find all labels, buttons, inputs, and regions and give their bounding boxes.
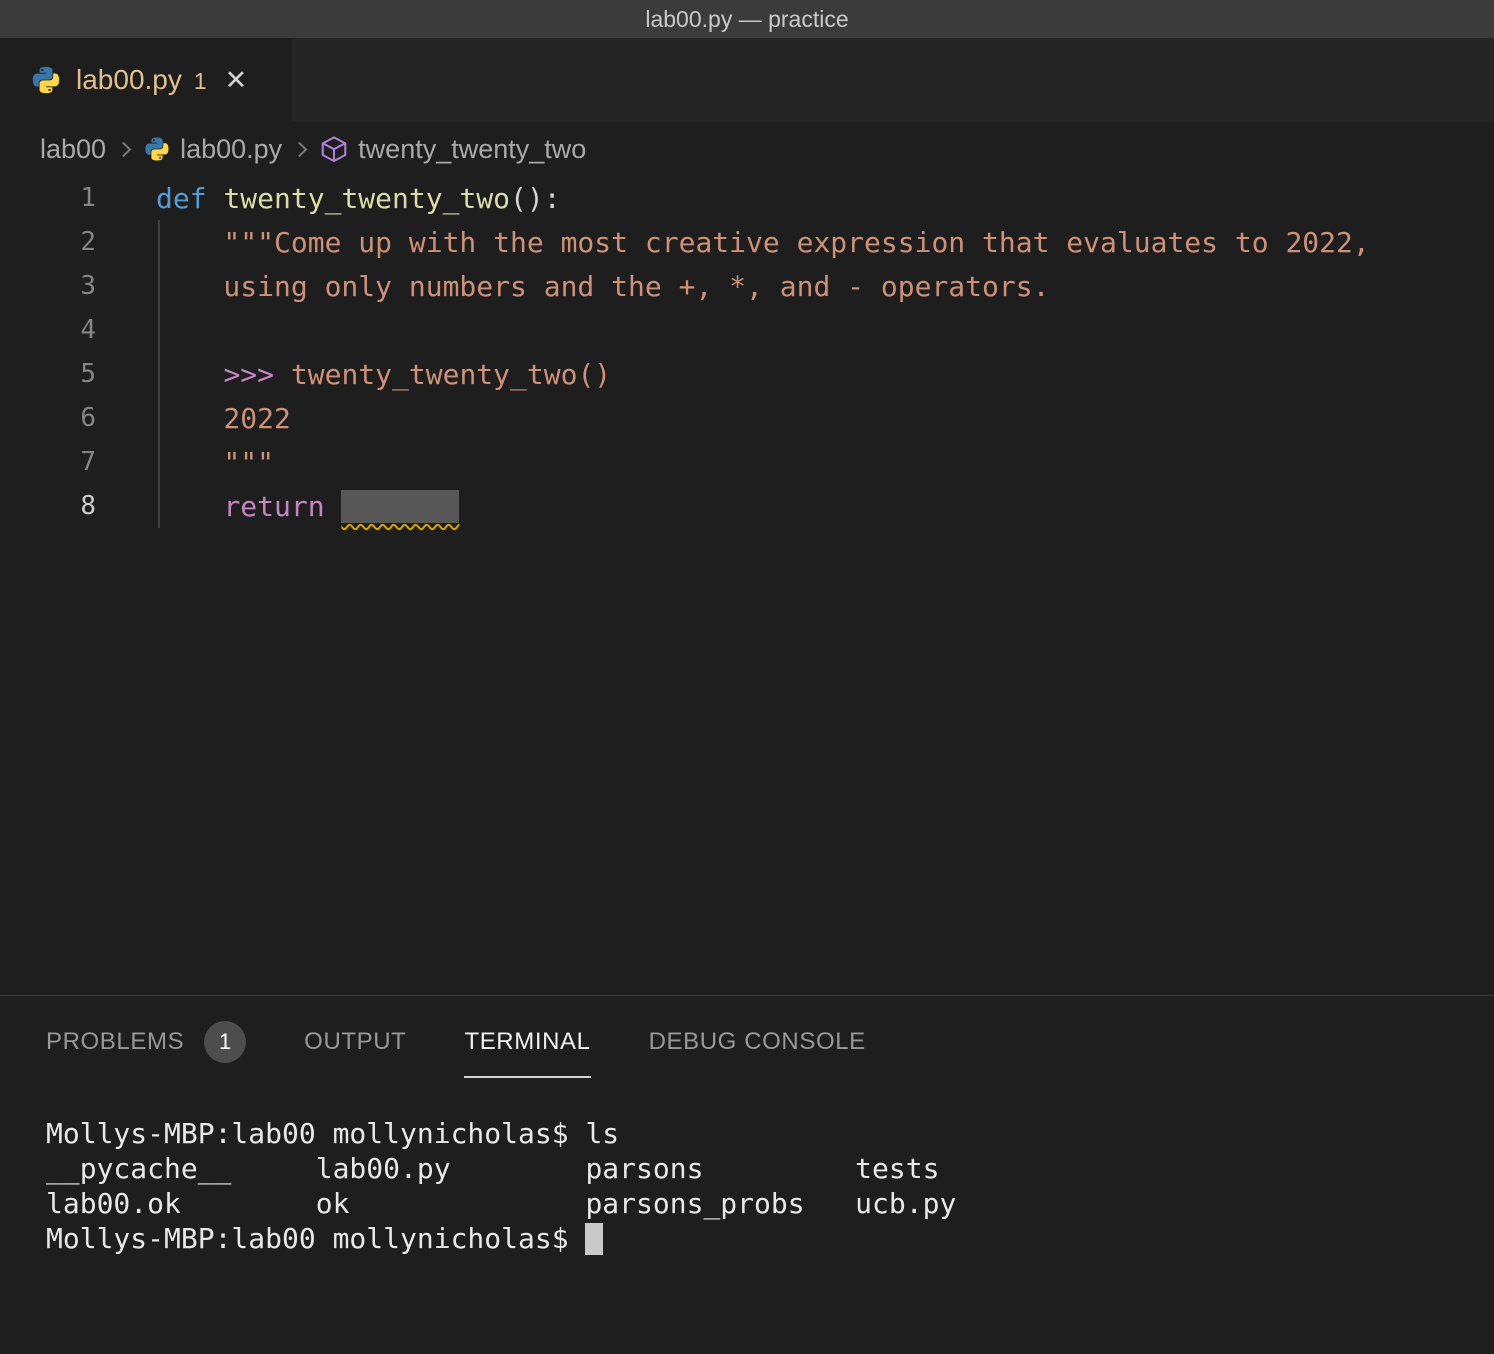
- code-line[interactable]: 8 return: [0, 484, 1494, 528]
- python-icon: [143, 135, 171, 163]
- code-token: 2022: [156, 402, 291, 435]
- code-token: [325, 490, 342, 523]
- panel-tab-bar: PROBLEMS 1 OUTPUT TERMINAL DEBUG CONSOLE: [0, 996, 1494, 1088]
- tab-problem-count: 1: [194, 68, 207, 95]
- line-number: 4: [0, 315, 96, 345]
- indent-guide: [158, 220, 160, 528]
- title-bar[interactable]: lab00.py — practice: [0, 0, 1494, 38]
- code-token: [207, 182, 224, 215]
- line-number: 6: [0, 403, 96, 433]
- line-number: 1: [0, 183, 96, 213]
- line-number: 7: [0, 447, 96, 477]
- close-icon[interactable]: ✕: [225, 65, 248, 96]
- panel-tab-label: TERMINAL: [464, 1028, 590, 1056]
- tab-filename: lab00.py: [76, 64, 182, 96]
- chevron-right-icon: [116, 141, 132, 157]
- code-token: [156, 490, 223, 523]
- code-token: twenty_twenty_two: [223, 182, 510, 215]
- line-number: 3: [0, 271, 96, 301]
- code-line[interactable]: 4: [0, 308, 1494, 352]
- line-number: 2: [0, 227, 96, 257]
- panel-tab-output[interactable]: OUTPUT: [304, 996, 406, 1088]
- terminal-line: lab00.ok ok parsons_probs ucb.py: [46, 1186, 1494, 1221]
- code-token: ():: [510, 182, 561, 215]
- window-title: lab00.py — practice: [645, 6, 848, 33]
- vscode-window: lab00.py — practice lab00.py 1 ✕ lab00 l…: [0, 0, 1494, 1256]
- panel-tab-label: OUTPUT: [304, 1028, 406, 1056]
- code-line[interactable]: 6 2022: [0, 396, 1494, 440]
- panel-tab-problems[interactable]: PROBLEMS 1: [46, 996, 246, 1088]
- code-line[interactable]: 1 def twenty_twenty_two():: [0, 176, 1494, 220]
- editor-tab-bar: lab00.py 1 ✕: [0, 38, 1494, 122]
- code-editor[interactable]: 1 def twenty_twenty_two(): 2 """Come up wi…: [0, 176, 1494, 996]
- line-number: 5: [0, 359, 96, 389]
- bottom-panel: PROBLEMS 1 OUTPUT TERMINAL DEBUG CONSOLE…: [0, 996, 1494, 1256]
- python-icon: [30, 64, 62, 96]
- panel-tab-label: DEBUG CONSOLE: [649, 1028, 866, 1056]
- code-line[interactable]: 3 using only numbers and the +, *, and -…: [0, 264, 1494, 308]
- terminal-output[interactable]: Mollys-MBP:lab00 mollynicholas$ ls__pyca…: [0, 1088, 1494, 1256]
- code-token: twenty_twenty_two(): [274, 358, 611, 391]
- code-token: >>>: [223, 358, 274, 391]
- error-placeholder: [341, 490, 459, 523]
- code-token: def: [156, 182, 207, 215]
- panel-tab-terminal[interactable]: TERMINAL: [464, 996, 590, 1088]
- terminal-line: Mollys-MBP:lab00 mollynicholas$ ls: [46, 1116, 1494, 1151]
- code-token: using only numbers and the +, *, and - o…: [156, 270, 1049, 303]
- code-line[interactable]: 7 """: [0, 440, 1494, 484]
- breadcrumb-file[interactable]: lab00.py: [180, 134, 282, 165]
- code-token: """: [156, 446, 274, 479]
- code-token: """Come up with the most creative expres…: [156, 226, 1370, 259]
- symbol-method-icon: [319, 134, 349, 164]
- line-number: 8: [0, 491, 96, 521]
- problems-count-badge: 1: [204, 1021, 246, 1063]
- panel-tab-debug-console[interactable]: DEBUG CONSOLE: [649, 996, 866, 1088]
- code-line[interactable]: 5 >>> twenty_twenty_two(): [0, 352, 1494, 396]
- breadcrumb: lab00 lab00.py twenty_twenty_two: [0, 122, 1494, 176]
- breadcrumb-symbol[interactable]: twenty_twenty_two: [358, 134, 586, 165]
- tab-lab00py[interactable]: lab00.py 1 ✕: [0, 38, 292, 122]
- code-token: return: [223, 490, 324, 523]
- code-line[interactable]: 2 """Come up with the most creative expr…: [0, 220, 1494, 264]
- terminal-line: Mollys-MBP:lab00 mollynicholas$: [46, 1221, 1494, 1256]
- chevron-right-icon: [292, 141, 308, 157]
- code-token: [156, 358, 223, 391]
- terminal-line: __pycache__ lab00.py parsons tests: [46, 1151, 1494, 1186]
- terminal-cursor: [585, 1223, 603, 1255]
- panel-tab-label: PROBLEMS: [46, 1028, 184, 1056]
- breadcrumb-folder[interactable]: lab00: [40, 134, 106, 165]
